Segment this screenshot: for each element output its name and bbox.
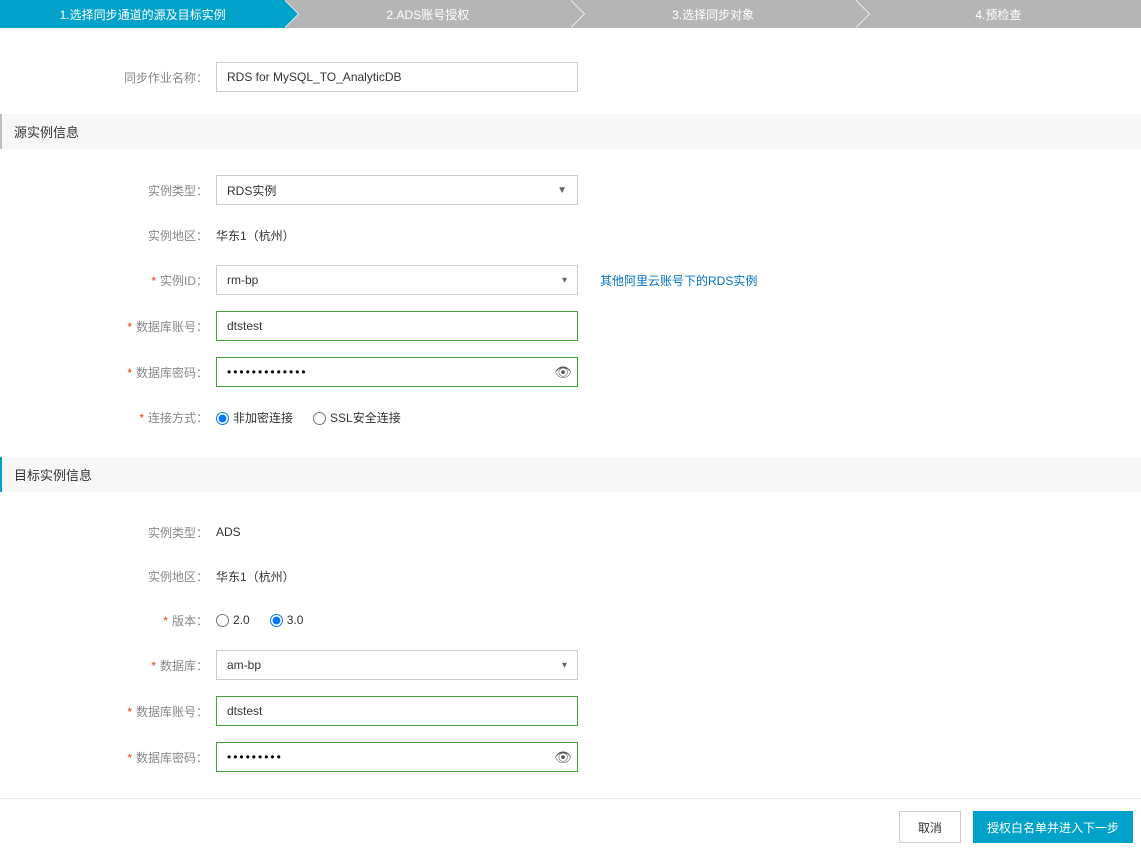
- other-account-link[interactable]: 其他阿里云账号下的RDS实例: [600, 272, 757, 289]
- src-instance-id-select[interactable]: rm-bp ▾: [216, 265, 578, 295]
- src-instance-type-value: RDS实例: [227, 182, 276, 199]
- tgt-instance-type-value: ADS: [216, 525, 241, 539]
- tgt-database-select[interactable]: am-bp ▾: [216, 650, 578, 680]
- src-db-account-input[interactable]: [216, 311, 578, 341]
- tgt-db-account-label: *数据库账号：: [0, 703, 216, 720]
- next-button[interactable]: 授权白名单并进入下一步: [973, 811, 1133, 843]
- target-section: 实例类型： ADS 实例地区： 华东1（杭州） *版本： 2.0 3.0 *数据…: [0, 492, 1141, 798]
- tgt-db-password-label: *数据库密码：: [0, 749, 216, 766]
- connect-mode-ssl[interactable]: SSL安全连接: [313, 409, 401, 426]
- tgt-region-label: 实例地区：: [0, 568, 216, 585]
- version-20[interactable]: 2.0: [216, 613, 250, 627]
- tgt-region-value: 华东1（杭州）: [216, 568, 295, 585]
- step-2[interactable]: 2.ADS账号授权: [285, 0, 570, 28]
- tgt-database-label: *数据库：: [0, 657, 216, 674]
- src-db-password-label: *数据库密码：: [0, 364, 216, 381]
- src-instance-id-value: rm-bp: [227, 273, 258, 287]
- src-db-password-input[interactable]: [217, 358, 549, 386]
- step-1[interactable]: 1.选择同步通道的源及目标实例: [0, 0, 285, 28]
- step-2-label: 2.ADS账号授权: [387, 6, 470, 23]
- step-1-label: 1.选择同步通道的源及目标实例: [60, 6, 226, 23]
- src-instance-id-label: *实例ID：: [0, 272, 216, 289]
- src-db-account-label: *数据库账号：: [0, 318, 216, 335]
- tgt-db-account-input[interactable]: [216, 696, 578, 726]
- source-section-title: 源实例信息: [0, 114, 1141, 149]
- source-section: 实例类型： RDS实例 ▼ 实例地区： 华东1（杭州） *实例ID： rm-bp…: [0, 149, 1141, 457]
- tgt-db-password-input[interactable]: [217, 743, 549, 771]
- src-region-label: 实例地区：: [0, 227, 216, 244]
- src-connect-mode-label: *连接方式：: [0, 409, 216, 426]
- tgt-instance-type-label: 实例类型：: [0, 524, 216, 541]
- step-4[interactable]: 4.预检查: [856, 0, 1141, 28]
- tgt-db-password-wrap: 👁: [216, 742, 578, 772]
- job-name-label: 同步作业名称：: [0, 69, 216, 86]
- step-4-label: 4.预检查: [975, 6, 1021, 23]
- chevron-down-icon: ▾: [562, 275, 567, 286]
- src-instance-type-label: 实例类型：: [0, 182, 216, 199]
- tgt-version-label: *版本：: [0, 612, 216, 629]
- src-instance-type-select[interactable]: RDS实例 ▼: [216, 175, 578, 205]
- cancel-button[interactable]: 取消: [899, 811, 961, 843]
- step-3[interactable]: 3.选择同步对象: [571, 0, 856, 28]
- step-3-label: 3.选择同步对象: [672, 6, 754, 23]
- src-db-password-wrap: 👁: [216, 357, 578, 387]
- connect-mode-plain[interactable]: 非加密连接: [216, 409, 293, 426]
- job-name-row: 同步作业名称：: [0, 62, 1141, 92]
- version-30[interactable]: 3.0: [270, 613, 304, 627]
- chevron-down-icon: ▼: [557, 185, 567, 196]
- eye-icon[interactable]: 👁: [549, 749, 577, 766]
- eye-icon[interactable]: 👁: [549, 364, 577, 381]
- footer: 取消 授权白名单并进入下一步: [0, 798, 1141, 855]
- chevron-down-icon: ▾: [562, 660, 567, 671]
- src-region-value: 华东1（杭州）: [216, 227, 295, 244]
- tgt-database-value: am-bp: [227, 658, 261, 672]
- wizard-steps: 1.选择同步通道的源及目标实例 2.ADS账号授权 3.选择同步对象 4.预检查: [0, 0, 1141, 28]
- target-section-title: 目标实例信息: [0, 457, 1141, 492]
- job-name-input[interactable]: [216, 62, 578, 92]
